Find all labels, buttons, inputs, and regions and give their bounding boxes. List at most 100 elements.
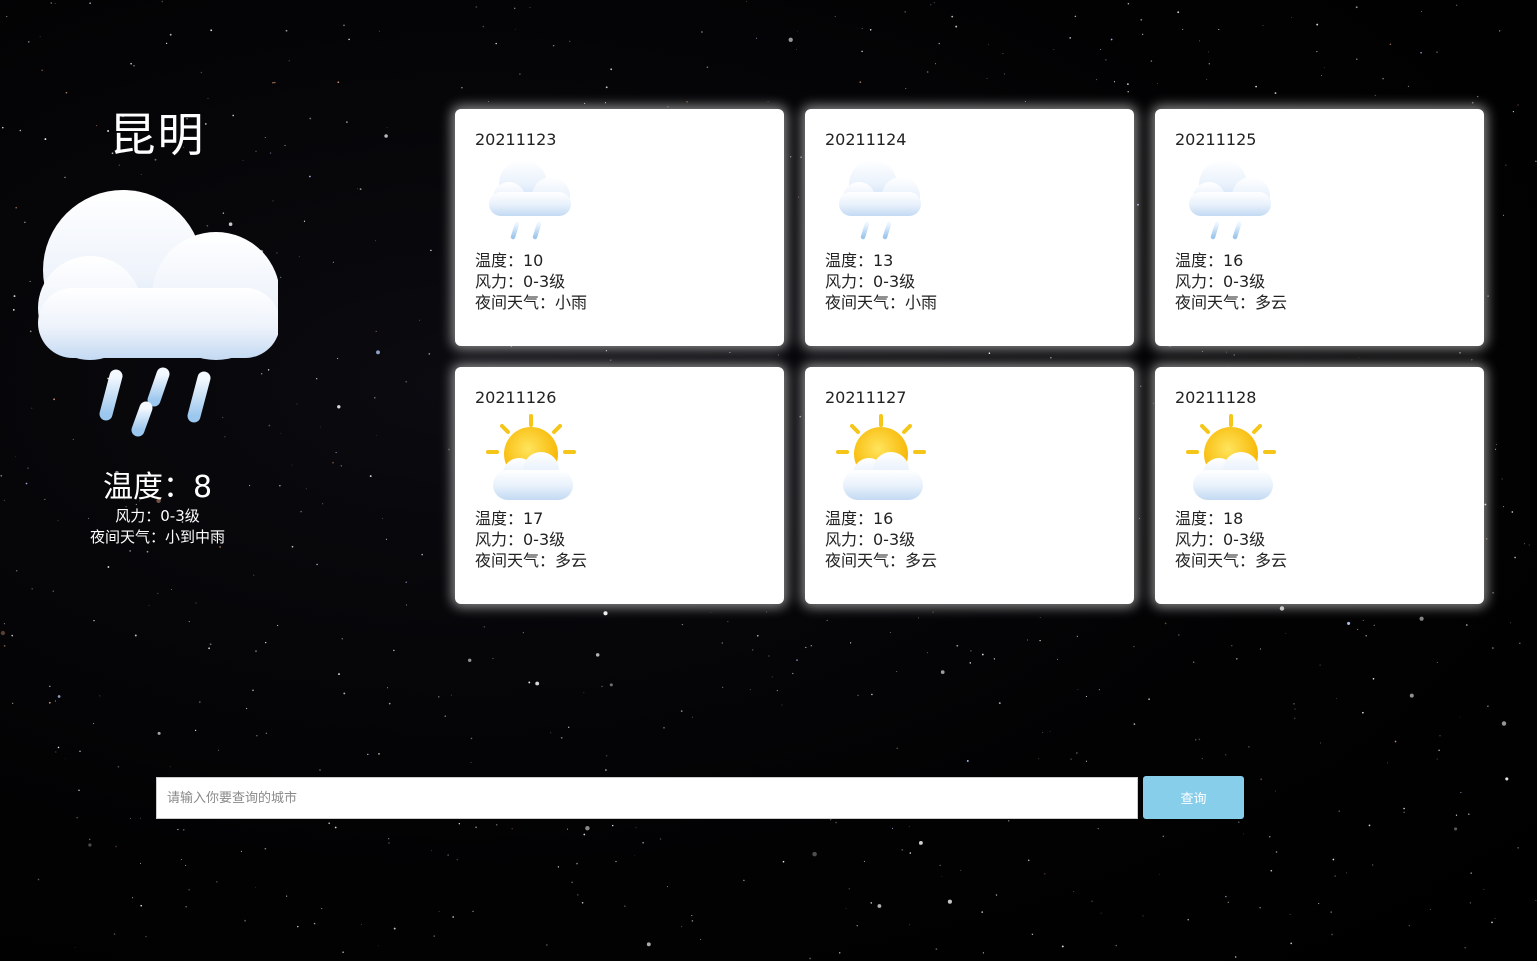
star [1408, 925, 1410, 927]
star [757, 635, 759, 637]
star [686, 101, 688, 103]
star [1511, 511, 1514, 513]
star [998, 702, 1001, 705]
star [405, 581, 407, 583]
star [296, 403, 298, 405]
star [1201, 758, 1203, 760]
star [1177, 634, 1180, 636]
star [41, 69, 43, 72]
star [981, 911, 984, 913]
star [927, 652, 929, 654]
star [57, 746, 60, 749]
star [1076, 635, 1078, 637]
star [908, 924, 910, 926]
star [691, 920, 694, 922]
star [348, 38, 350, 41]
star [341, 638, 343, 640]
star [1061, 945, 1064, 948]
star [1492, 592, 1494, 594]
star [37, 878, 40, 881]
star [48, 701, 51, 704]
star [609, 683, 613, 687]
forecast-date: 20211123 [475, 130, 557, 149]
star [1320, 742, 1321, 744]
star [246, 707, 248, 710]
star [788, 37, 793, 42]
star [291, 545, 294, 548]
star [1096, 79, 1097, 81]
star [569, 40, 571, 43]
city-search-input[interactable] [156, 777, 1138, 819]
star [467, 658, 472, 663]
star [896, 747, 898, 749]
star [346, 121, 348, 123]
star [947, 899, 952, 904]
star [78, 789, 80, 792]
star [328, 822, 331, 825]
star [663, 727, 665, 729]
forecast-night-weather: 夜间天气：多云 [475, 551, 588, 570]
weather-page: 昆明 温度：8 风力：0-3级 夜间天气：小到中雨 20211123 温度：10… [0, 0, 1537, 961]
star [809, 957, 812, 960]
star [367, 753, 369, 756]
forecast-wind: 风力：0-3级 [1175, 272, 1266, 291]
star [1262, 25, 1264, 26]
star [612, 824, 614, 827]
star [274, 81, 276, 84]
star [917, 617, 919, 619]
star [1319, 664, 1321, 666]
star [1039, 617, 1041, 618]
star [388, 702, 391, 705]
star [88, 838, 91, 841]
star [342, 951, 344, 953]
star [1199, 40, 1200, 42]
star [386, 127, 388, 129]
star [1039, 639, 1041, 642]
star [1100, 912, 1102, 914]
star [188, 621, 190, 623]
star [1193, 661, 1195, 663]
star [1076, 752, 1078, 754]
forecast-wind: 风力：0-3级 [475, 272, 566, 291]
star [1031, 933, 1034, 936]
star [0, 630, 6, 636]
star [993, 658, 996, 660]
forecast-card: 20211124 温度：13 风力：0-3级 夜间天气：小雨 [805, 109, 1134, 346]
star [157, 592, 159, 594]
search-button[interactable]: 查询 [1143, 776, 1244, 819]
star [1318, 903, 1320, 905]
star [1346, 872, 1347, 874]
star [1291, 17, 1292, 18]
star [376, 350, 380, 355]
star [535, 681, 540, 686]
star [1316, 51, 1318, 53]
star [255, 650, 257, 652]
star [926, 71, 929, 73]
star [1503, 214, 1505, 216]
star [1514, 556, 1516, 559]
star [375, 240, 377, 242]
star [316, 563, 318, 566]
star [1420, 11, 1422, 12]
star [285, 29, 288, 32]
star [332, 461, 334, 464]
star [749, 689, 751, 691]
star [297, 925, 299, 928]
star [450, 694, 452, 696]
star [1324, 67, 1326, 69]
star [1225, 895, 1227, 898]
star [130, 62, 132, 65]
star [635, 827, 637, 829]
star [309, 175, 311, 178]
star [1436, 51, 1438, 53]
star [1505, 164, 1507, 166]
star [1201, 350, 1203, 352]
star [1159, 873, 1161, 875]
rain-cloud-icon [37, 190, 278, 437]
star [15, 456, 16, 458]
star [1008, 820, 1010, 822]
star [1142, 915, 1144, 917]
star [107, 566, 110, 568]
star [891, 827, 894, 829]
star [495, 42, 497, 45]
